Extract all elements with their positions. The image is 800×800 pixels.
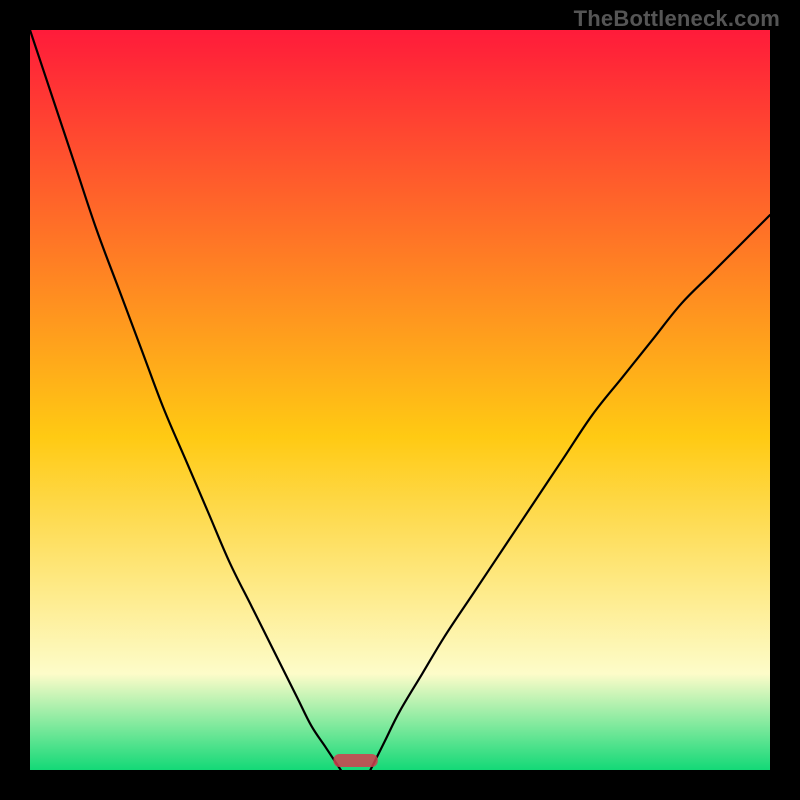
optimal-marker	[333, 754, 377, 767]
chart-frame: TheBottleneck.com	[0, 0, 800, 800]
plot-area	[30, 30, 770, 770]
gradient-background	[30, 30, 770, 770]
chart-svg	[30, 30, 770, 770]
watermark-text: TheBottleneck.com	[574, 6, 780, 32]
